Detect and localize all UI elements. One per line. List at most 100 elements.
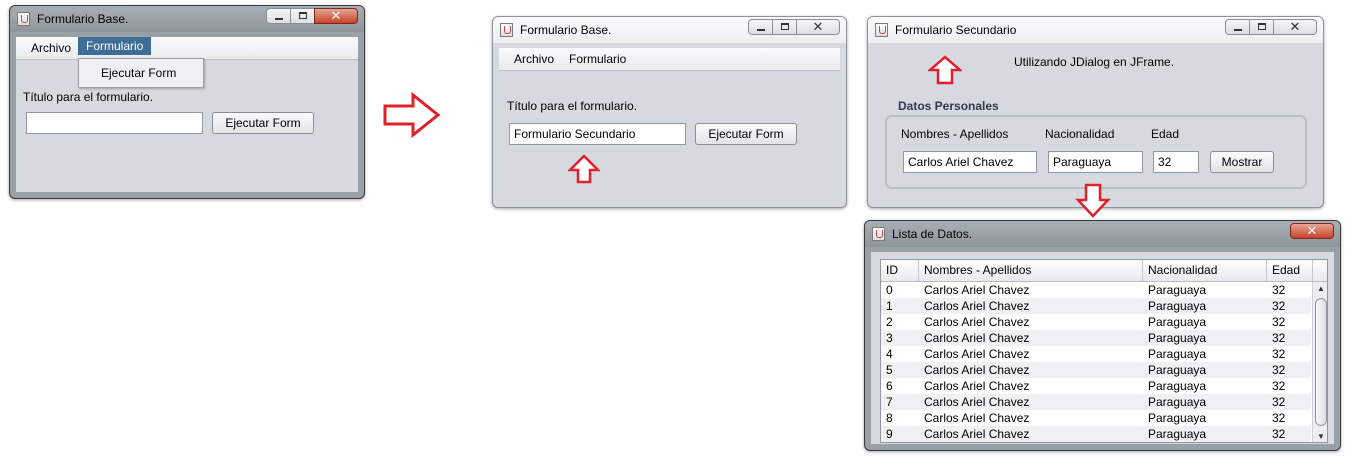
nacionalidad-input[interactable]: Paraguaya	[1048, 151, 1143, 173]
cell-edad: 32	[1272, 379, 1286, 393]
table-row[interactable]: 8 Carlos Ariel Chavez Paraguaya 32	[881, 410, 1311, 426]
maximize-icon	[1258, 23, 1266, 30]
cell-edad: 32	[1272, 363, 1286, 377]
table-row[interactable]: 4 Carlos Ariel Chavez Paraguaya 32	[881, 346, 1311, 362]
down-arrow-icon	[1075, 183, 1111, 218]
cell-edad: 32	[1272, 299, 1286, 313]
maximize-icon	[299, 12, 307, 19]
table-row[interactable]: 0 Carlos Ariel Chavez Paraguaya 32	[881, 282, 1311, 298]
menu-archivo[interactable]: Archivo	[509, 52, 559, 66]
cell-nombres: Carlos Ariel Chavez	[924, 427, 1030, 441]
column-header-nacionalidad[interactable]: Nacionalidad	[1143, 260, 1267, 281]
cell-nacionalidad: Paraguaya	[1148, 347, 1207, 361]
maximize-button[interactable]	[1249, 19, 1274, 35]
minimize-button[interactable]	[748, 19, 773, 35]
scroll-up-icon[interactable]: ▲	[1313, 282, 1327, 296]
close-icon: ✕	[1289, 19, 1301, 34]
scroll-down-icon[interactable]: ▼	[1313, 430, 1327, 442]
cell-nombres: Carlos Ariel Chavez	[924, 363, 1030, 377]
close-icon: ✕	[330, 8, 342, 23]
menu-item-ejecutar-form[interactable]: Ejecutar Form	[101, 66, 176, 80]
minimize-icon	[757, 29, 765, 31]
menu-archivo[interactable]: Archivo	[26, 41, 76, 55]
cell-id: 7	[886, 395, 893, 409]
table-row[interactable]: 2 Carlos Ariel Chavez Paraguaya 32	[881, 314, 1311, 330]
cell-id: 4	[886, 347, 893, 361]
column-header-edad[interactable]: Edad	[1267, 260, 1313, 281]
window-formulario-base-filled: Formulario Base. ✕ Archivo Formulario Tí…	[492, 16, 847, 208]
window-title: Formulario Base.	[520, 23, 612, 37]
edad-input[interactable]: 32	[1153, 151, 1199, 173]
java-app-icon	[500, 23, 513, 37]
scrollbar-thumb[interactable]	[1315, 298, 1327, 426]
ejecutar-form-button[interactable]: Ejecutar Form	[212, 112, 314, 134]
cell-id: 1	[886, 299, 893, 313]
table-row[interactable]: 9 Carlos Ariel Chavez Paraguaya 32	[881, 426, 1311, 442]
close-button[interactable]: ✕	[796, 19, 840, 35]
menu-formulario[interactable]: Formulario	[78, 37, 152, 55]
window-content: Archivo Formulario Título para el formul…	[16, 37, 358, 192]
form-title-input[interactable]	[26, 112, 203, 134]
cell-edad: 32	[1272, 427, 1286, 441]
ejecutar-form-button[interactable]: Ejecutar Form	[695, 123, 797, 145]
title-bar[interactable]: Formulario Base. ✕	[493, 17, 846, 43]
datos-personales-group: Nombres - Apellidos Nacionalidad Edad Ca…	[885, 115, 1307, 189]
maximize-button[interactable]	[290, 8, 315, 24]
maximize-button[interactable]	[772, 19, 797, 35]
cell-id: 2	[886, 315, 893, 329]
table-row[interactable]: 3 Carlos Ariel Chavez Paraguaya 32	[881, 330, 1311, 346]
title-bar[interactable]: Formulario Base. ✕	[10, 6, 364, 32]
title-bar[interactable]: Lista de Datos. ✕	[865, 221, 1340, 247]
title-bar[interactable]: Formulario Secundario ✕	[868, 17, 1323, 43]
nombres-input[interactable]: Carlos Ariel Chavez	[903, 151, 1037, 173]
java-app-icon	[872, 227, 885, 241]
window-formulario-base-menu: Formulario Base. ✕ Archivo Formulario Tí…	[9, 5, 365, 199]
form-title-label: Título para el formulario.	[507, 99, 638, 113]
mostrar-button[interactable]: Mostrar	[1210, 151, 1274, 173]
formulario-menu-popup: Ejecutar Form	[78, 58, 204, 88]
data-table[interactable]: ID Nombres - Apellidos Nacionalidad Edad…	[880, 259, 1328, 443]
cell-edad: 32	[1272, 347, 1286, 361]
cell-nombres: Carlos Ariel Chavez	[924, 315, 1030, 329]
cell-id: 5	[886, 363, 893, 377]
cell-id: 8	[886, 411, 893, 425]
menu-bar: Archivo Formulario	[499, 48, 840, 71]
column-header-id[interactable]: ID	[881, 260, 919, 281]
cell-nacionalidad: Paraguaya	[1148, 395, 1207, 409]
column-header-nombres[interactable]: Nombres - Apellidos	[919, 260, 1143, 281]
table-row[interactable]: 6 Carlos Ariel Chavez Paraguaya 32	[881, 378, 1311, 394]
window-controls: ✕	[1290, 223, 1334, 239]
close-icon: ✕	[1306, 223, 1318, 238]
window-content: Archivo Formulario Título para el formul…	[499, 48, 840, 201]
cell-edad: 32	[1272, 411, 1286, 425]
cell-nacionalidad: Paraguaya	[1148, 299, 1207, 313]
cell-id: 0	[886, 283, 893, 297]
cell-nombres: Carlos Ariel Chavez	[924, 331, 1030, 345]
cell-nombres: Carlos Ariel Chavez	[924, 283, 1030, 297]
minimize-button[interactable]	[1225, 19, 1250, 35]
form-title-input[interactable]: Formulario Secundario	[509, 123, 686, 145]
cell-nacionalidad: Paraguaya	[1148, 363, 1207, 377]
minimize-button[interactable]	[266, 8, 291, 24]
dialog-heading: Utilizando JDialog en JFrame.	[1014, 55, 1175, 69]
menu-formulario[interactable]: Formulario	[564, 52, 631, 66]
table-header: ID Nombres - Apellidos Nacionalidad Edad	[881, 260, 1327, 282]
cell-nacionalidad: Paraguaya	[1148, 331, 1207, 345]
nombres-label: Nombres - Apellidos	[901, 127, 1009, 141]
cell-edad: 32	[1272, 331, 1286, 345]
window-controls: ✕	[1225, 19, 1317, 35]
cell-id: 6	[886, 379, 893, 393]
vertical-scrollbar[interactable]: ▲ ▼	[1312, 282, 1327, 442]
up-arrow-icon	[928, 55, 962, 85]
cell-edad: 32	[1272, 315, 1286, 329]
cell-nacionalidad: Paraguaya	[1148, 379, 1207, 393]
close-button[interactable]: ✕	[1273, 19, 1317, 35]
window-content: ID Nombres - Apellidos Nacionalidad Edad…	[871, 252, 1334, 444]
close-button[interactable]: ✕	[1290, 223, 1334, 239]
table-row[interactable]: 1 Carlos Ariel Chavez Paraguaya 32	[881, 298, 1311, 314]
close-button[interactable]: ✕	[314, 8, 358, 24]
menu-bar: Archivo Formulario	[16, 37, 358, 60]
minimize-icon	[275, 18, 283, 20]
table-row[interactable]: 7 Carlos Ariel Chavez Paraguaya 32	[881, 394, 1311, 410]
table-row[interactable]: 5 Carlos Ariel Chavez Paraguaya 32	[881, 362, 1311, 378]
